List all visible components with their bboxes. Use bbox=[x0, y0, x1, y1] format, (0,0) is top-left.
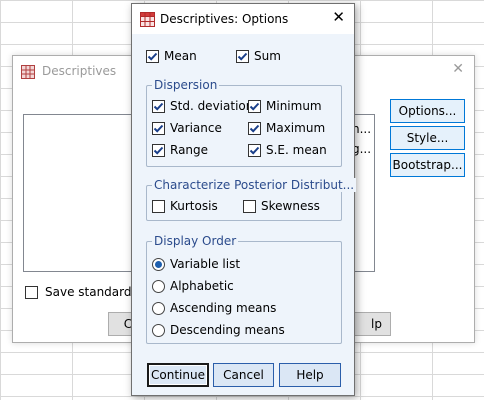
options-title: Descriptives: Options bbox=[160, 12, 289, 26]
std-deviation-label: Std. deviation bbox=[170, 99, 254, 113]
checkbox-box[interactable] bbox=[146, 49, 159, 63]
checkbox-box[interactable] bbox=[152, 199, 165, 213]
close-icon[interactable]: ✕ bbox=[452, 61, 464, 77]
mean-checkbox[interactable]: Mean bbox=[146, 49, 197, 63]
continue-button[interactable]: Continue bbox=[147, 363, 209, 387]
list-item: g... bbox=[352, 142, 372, 156]
skewness-checkbox[interactable]: Skewness bbox=[243, 199, 320, 213]
checkbox-box[interactable] bbox=[248, 121, 261, 135]
options-dialog: Descriptives: Options ✕ Mean Sum Dispers… bbox=[131, 3, 357, 396]
source-variable-list[interactable] bbox=[23, 114, 141, 272]
checkbox-box[interactable] bbox=[152, 99, 165, 113]
checkbox-box[interactable] bbox=[152, 121, 165, 135]
close-icon[interactable]: ✕ bbox=[332, 8, 345, 26]
variable-list-label: Variable list bbox=[170, 257, 241, 271]
variance-checkbox[interactable]: Variance bbox=[152, 121, 222, 135]
style-button[interactable]: Style... bbox=[390, 126, 465, 150]
kurtosis-label: Kurtosis bbox=[170, 199, 218, 213]
minimum-checkbox[interactable]: Minimum bbox=[248, 99, 322, 113]
checkbox-box[interactable] bbox=[152, 143, 165, 157]
checkbox-box[interactable] bbox=[25, 285, 38, 299]
descending-means-label: Descending means bbox=[170, 323, 285, 337]
options-titlebar: Descriptives: Options ✕ bbox=[132, 4, 354, 34]
checkbox-box[interactable] bbox=[248, 99, 261, 113]
dispersion-group-label: Dispersion bbox=[152, 78, 220, 92]
radio-descending-means[interactable]: Descending means bbox=[152, 323, 285, 337]
radio-alphabetic[interactable]: Alphabetic bbox=[152, 279, 234, 293]
descriptives-title: Descriptives bbox=[42, 64, 117, 78]
maximum-checkbox[interactable]: Maximum bbox=[248, 121, 325, 135]
range-checkbox[interactable]: Range bbox=[152, 143, 208, 157]
sum-checkbox[interactable]: Sum bbox=[236, 49, 281, 63]
std-deviation-checkbox[interactable]: Std. deviation bbox=[152, 99, 253, 113]
options-button[interactable]: Options... bbox=[390, 99, 465, 123]
checkbox-box[interactable] bbox=[243, 199, 256, 213]
save-standardized-checkbox[interactable]: Save standardize bbox=[25, 285, 149, 299]
radio-ascending-means[interactable]: Ascending means bbox=[152, 301, 276, 315]
radio-button[interactable] bbox=[152, 301, 165, 315]
checkbox-box[interactable] bbox=[248, 143, 261, 157]
radio-button[interactable] bbox=[152, 323, 165, 337]
posterior-group: Characterize Posterior Distribut... Kurt… bbox=[146, 178, 357, 221]
list-item: n... bbox=[352, 122, 372, 136]
checkbox-box[interactable] bbox=[236, 49, 249, 63]
range-label: Range bbox=[170, 143, 209, 157]
spss-table-icon bbox=[21, 65, 35, 79]
radio-button[interactable] bbox=[152, 279, 165, 293]
ascending-means-label: Ascending means bbox=[170, 301, 277, 315]
alphabetic-label: Alphabetic bbox=[170, 279, 234, 293]
radio-variable-list[interactable]: Variable list bbox=[152, 257, 240, 271]
cancel-button[interactable]: Cancel bbox=[213, 363, 274, 387]
display-order-group: Display Order Variable list Alphabetic A… bbox=[146, 234, 342, 344]
dispersion-group: Dispersion Std. deviation Variance Range… bbox=[146, 78, 342, 167]
spss-table-icon bbox=[140, 12, 155, 27]
radio-button[interactable] bbox=[152, 257, 165, 271]
variance-label: Variance bbox=[170, 121, 222, 135]
kurtosis-checkbox[interactable]: Kurtosis bbox=[152, 199, 218, 213]
help-button[interactable]: Help bbox=[279, 363, 341, 387]
sum-label: Sum bbox=[254, 49, 281, 63]
mean-label: Mean bbox=[164, 49, 197, 63]
display-order-group-label: Display Order bbox=[152, 234, 239, 248]
se-mean-checkbox[interactable]: S.E. mean bbox=[248, 143, 327, 157]
bootstrap-button[interactable]: Bootstrap... bbox=[390, 153, 465, 177]
maximum-label: Maximum bbox=[266, 121, 326, 135]
posterior-group-label: Characterize Posterior Distribut... bbox=[152, 178, 357, 192]
minimum-label: Minimum bbox=[266, 99, 322, 113]
se-mean-label: S.E. mean bbox=[266, 143, 327, 157]
skewness-label: Skewness bbox=[261, 199, 320, 213]
